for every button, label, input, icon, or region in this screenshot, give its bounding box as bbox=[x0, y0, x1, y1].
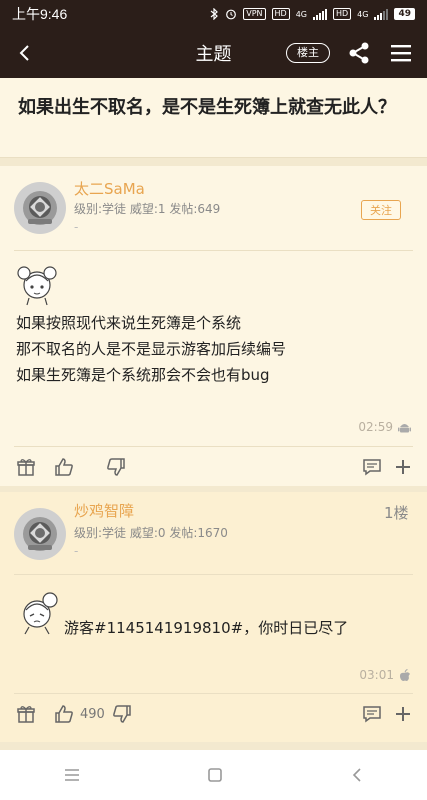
username[interactable]: 太二SaMa bbox=[74, 178, 145, 199]
post-time: 03:01 bbox=[359, 668, 411, 682]
alarm-icon bbox=[226, 9, 237, 20]
network-label-2: 4G bbox=[357, 9, 369, 19]
gift-icon bbox=[17, 706, 35, 723]
more-button[interactable] bbox=[391, 702, 415, 726]
gift-button[interactable] bbox=[14, 455, 38, 479]
username[interactable]: 炒鸡智障 bbox=[74, 500, 134, 521]
divider bbox=[14, 250, 413, 251]
status-icons: VPN HD 4G HD 4G 49 bbox=[210, 8, 415, 20]
like-button[interactable] bbox=[52, 455, 76, 479]
floor-number: 1楼 bbox=[384, 504, 409, 522]
battery-indicator: 49 bbox=[394, 8, 415, 20]
divider bbox=[14, 574, 413, 575]
follow-button[interactable]: 关注 bbox=[361, 200, 401, 220]
chevron-left-icon bbox=[19, 45, 29, 61]
more-button[interactable] bbox=[391, 455, 415, 479]
section-gap bbox=[0, 158, 427, 166]
plus-icon bbox=[396, 460, 410, 474]
plus-icon bbox=[396, 707, 410, 721]
diving-helmet-icon bbox=[23, 191, 57, 225]
like-button[interactable] bbox=[52, 702, 76, 726]
diving-helmet-icon bbox=[23, 517, 57, 551]
thumbs-up-icon bbox=[55, 705, 73, 723]
network-label-1: 4G bbox=[295, 9, 307, 19]
status-bar: 上午9:46 VPN HD 4G HD 4G 49 bbox=[0, 0, 427, 28]
content-line: 那不取名的人是不是显示游客加后续编号 bbox=[16, 340, 287, 358]
back-button[interactable] bbox=[0, 28, 50, 78]
post-timestamp: 03:01 bbox=[359, 668, 394, 682]
android-icon bbox=[398, 423, 411, 432]
back-nav-icon[interactable] bbox=[350, 767, 364, 783]
system-nav-bar bbox=[0, 750, 427, 800]
user-signature: - bbox=[74, 220, 79, 234]
recent-apps-icon[interactable] bbox=[63, 768, 81, 782]
signal-icon-2 bbox=[374, 8, 389, 20]
vpn-badge: VPN bbox=[243, 8, 266, 20]
post-actions: 490 bbox=[0, 694, 427, 734]
content-line: 如果按照现代来说生死簿是个系统 bbox=[16, 314, 242, 332]
thumbs-down-icon bbox=[113, 705, 131, 723]
post-timestamp: 02:59 bbox=[358, 420, 393, 434]
like-count: 490 bbox=[80, 707, 105, 722]
user-signature: - bbox=[74, 544, 79, 558]
avatar[interactable] bbox=[14, 182, 66, 234]
app-header: 主题 楼主 bbox=[0, 28, 427, 78]
gift-button[interactable] bbox=[14, 702, 38, 726]
hd-badge-2: HD bbox=[332, 8, 352, 20]
post-actions bbox=[0, 447, 427, 487]
anime-sticker-icon bbox=[23, 592, 58, 635]
signal-icon-1 bbox=[312, 8, 327, 20]
dislike-button[interactable] bbox=[110, 702, 134, 726]
post-content: 如果按照现代来说生死簿是个系统 那不取名的人是不是显示游客加后续编号 如果生死簿… bbox=[16, 310, 286, 388]
bluetooth-icon bbox=[210, 8, 219, 20]
avatar[interactable] bbox=[14, 508, 66, 560]
user-meta: 级别:学徒 威望:0 发帖:1670 bbox=[74, 526, 228, 540]
content-line: 游客#1145141919810#，你时日已尽了 bbox=[64, 619, 349, 637]
user-meta: 级别:学徒 威望:1 发帖:649 bbox=[74, 202, 221, 216]
menu-icon[interactable] bbox=[388, 40, 414, 66]
content-line: 如果生死簿是个系统那会不会也有bug bbox=[16, 366, 270, 384]
post-content: 游客#1145141919810#，你时日已尽了 bbox=[64, 615, 348, 641]
thumbs-up-icon bbox=[55, 458, 73, 476]
comment-icon bbox=[363, 706, 381, 723]
topic-title: 如果出生不取名，是不是生死簿上就查无此人？ bbox=[0, 78, 427, 158]
share-icon[interactable] bbox=[346, 40, 372, 66]
post-main: 太二SaMa 级别:学徒 威望:1 发帖:649 - 关注 如果按照现代来说生死… bbox=[0, 166, 427, 486]
gift-icon bbox=[17, 459, 35, 476]
reply-button[interactable] bbox=[360, 455, 384, 479]
post-reply: 炒鸡智障 级别:学徒 威望:0 发帖:1670 - 1楼 游客#11451419… bbox=[0, 492, 427, 742]
thumbs-down-icon bbox=[107, 458, 125, 476]
status-time: 上午9:46 bbox=[12, 6, 68, 22]
reply-button[interactable] bbox=[360, 702, 384, 726]
dislike-button[interactable] bbox=[104, 455, 128, 479]
post-time: 02:59 bbox=[358, 420, 411, 434]
section-gap bbox=[0, 742, 427, 750]
hd-badge-1: HD bbox=[271, 8, 290, 20]
apple-icon bbox=[399, 668, 410, 681]
owner-only-button[interactable]: 楼主 bbox=[286, 43, 330, 63]
comment-icon bbox=[363, 459, 381, 476]
home-icon[interactable] bbox=[207, 767, 223, 783]
anime-sticker-icon bbox=[17, 266, 57, 306]
